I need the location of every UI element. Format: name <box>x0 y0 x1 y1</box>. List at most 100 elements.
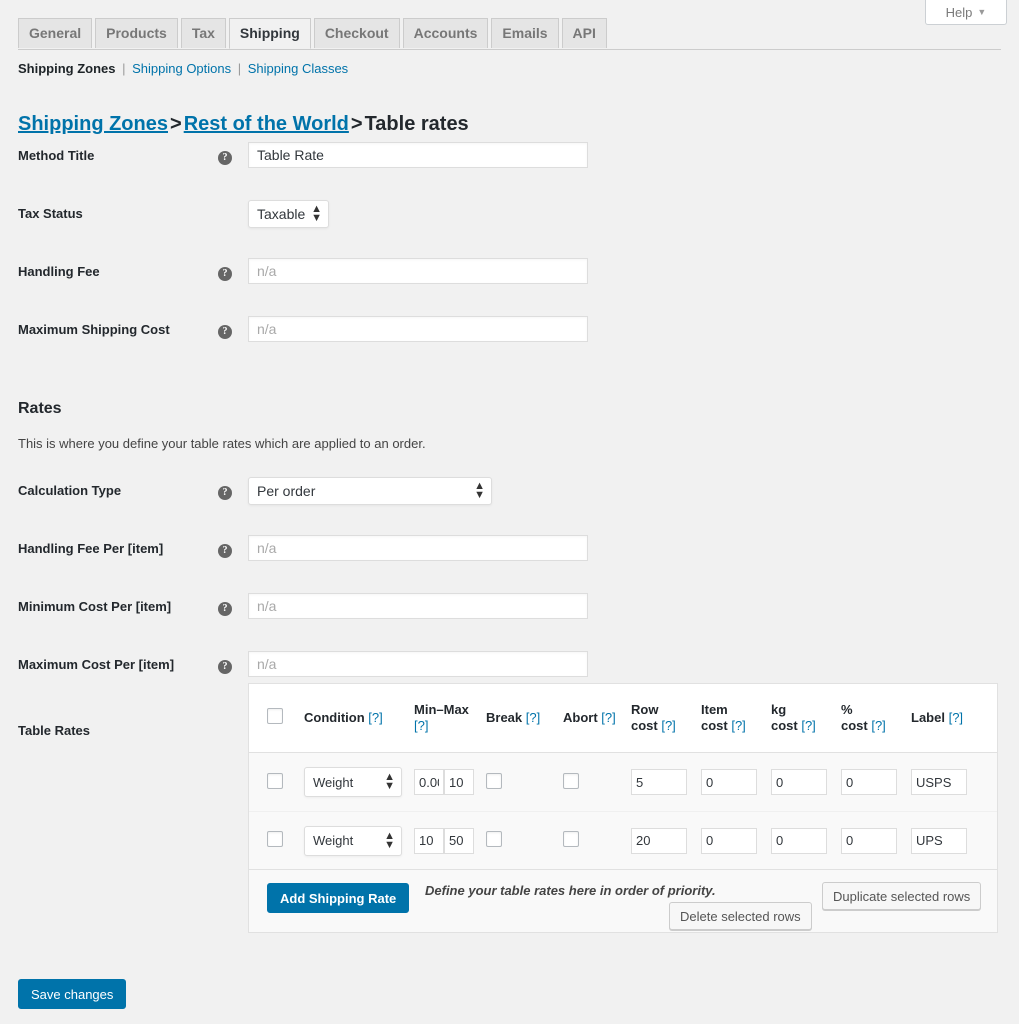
tab-shipping[interactable]: Shipping <box>229 18 311 49</box>
column-header-item-cost: Itemcost [?] <box>701 702 771 734</box>
maximum-cost-per-item-input[interactable] <box>248 651 588 677</box>
item-cost-cell <box>701 769 771 795</box>
breadcrumb: Shipping Zones>Rest of the World>Table r… <box>18 111 469 137</box>
column-help-link[interactable]: [?] <box>661 718 675 733</box>
tax-status-select-wrap: TaxableNone ▲▼ <box>248 200 329 228</box>
field-minimum-cost-per-item <box>248 591 588 619</box>
condition-cell: WeightPriceItem countNone▲▼ <box>304 826 414 856</box>
min-input[interactable] <box>414 828 444 854</box>
rate-label-input[interactable] <box>911 828 967 854</box>
save-changes-wrap: Save changes <box>18 979 126 1009</box>
row-cost-input[interactable] <box>631 769 687 795</box>
method-title-input[interactable] <box>248 142 588 168</box>
column-help-link[interactable]: [?] <box>414 718 428 733</box>
column-header-kg-cost: kgcost [?] <box>771 702 841 734</box>
row-select-checkbox[interactable] <box>267 831 283 847</box>
subnav-item-shipping-zones[interactable]: Shipping Zones <box>18 61 116 76</box>
column-header-label: %cost <box>841 702 871 733</box>
help-circle-icon[interactable]: ? <box>218 602 232 616</box>
duplicate-selected-rows-button[interactable]: Duplicate selected rows <box>822 882 981 910</box>
help-circle-icon[interactable]: ? <box>218 267 232 281</box>
help-circle-icon[interactable]: ? <box>218 660 232 674</box>
add-shipping-rate-button[interactable]: Add Shipping Rate <box>267 883 409 913</box>
tab-emails[interactable]: Emails <box>491 18 558 48</box>
break-checkbox[interactable] <box>486 773 502 789</box>
delete-selected-rows-button[interactable]: Delete selected rows <box>669 902 812 930</box>
subnav-item-shipping-options[interactable]: Shipping Options <box>132 61 231 76</box>
row-cost-cell <box>631 769 701 795</box>
column-help-link[interactable]: [?] <box>731 718 745 733</box>
subnav-separator: | <box>231 61 248 76</box>
table-rates-body: WeightPriceItem countNone▲▼WeightPriceIt… <box>249 753 997 869</box>
item-cost-input[interactable] <box>701 828 757 854</box>
help-circle-icon[interactable]: ? <box>218 486 232 500</box>
minimum-cost-per-item-input[interactable] <box>248 593 588 619</box>
label-tax-status: Tax Status <box>18 198 218 221</box>
condition-cell: WeightPriceItem countNone▲▼ <box>304 767 414 797</box>
table-rates-footer: Add Shipping Rate Define your table rate… <box>249 869 997 932</box>
tax-status-select[interactable]: TaxableNone <box>248 200 329 228</box>
tab-products[interactable]: Products <box>95 18 178 48</box>
abort-checkbox[interactable] <box>563 773 579 789</box>
kg-cost-input[interactable] <box>771 828 827 854</box>
column-header-break: Break [?] <box>486 710 563 726</box>
column-header-label: Min–Max <box>414 702 469 717</box>
table-row: WeightPriceItem countNone▲▼ <box>249 753 997 811</box>
select-all-checkbox[interactable] <box>267 708 283 724</box>
label-table-rates: Table Rates <box>18 707 218 738</box>
max-input[interactable] <box>444 769 474 795</box>
field-tax-status: TaxableNone ▲▼ <box>248 198 329 228</box>
tab-accounts[interactable]: Accounts <box>403 18 489 48</box>
column-help-link[interactable]: [?] <box>949 710 963 725</box>
field-method-title <box>248 140 588 168</box>
field-calculation-type: Per orderPer itemPer line itemPer class … <box>248 475 492 505</box>
row-select-checkbox[interactable] <box>267 773 283 789</box>
column-help-link[interactable]: [?] <box>526 710 540 725</box>
min-input[interactable] <box>414 769 444 795</box>
tab-api[interactable]: API <box>562 18 607 48</box>
handling-fee-input[interactable] <box>248 258 588 284</box>
max-input[interactable] <box>444 828 474 854</box>
item-cost-input[interactable] <box>701 769 757 795</box>
column-header-label: Label <box>911 710 949 725</box>
maximum-shipping-cost-input[interactable] <box>248 316 588 342</box>
help-circle-icon[interactable]: ? <box>218 544 232 558</box>
help-circle-icon[interactable]: ? <box>218 325 232 339</box>
label-maximum-shipping-cost: Maximum Shipping Cost <box>18 314 218 337</box>
breadcrumb-separator-2: > <box>349 113 365 135</box>
table-rates-header-row: Condition [?]Min–Max [?]Break [?]Abort [… <box>249 684 997 753</box>
subnav-item-shipping-classes[interactable]: Shipping Classes <box>248 61 348 76</box>
break-checkbox[interactable] <box>486 831 502 847</box>
calculation-type-select[interactable]: Per orderPer itemPer line itemPer class <box>248 477 492 505</box>
column-help-link[interactable]: [?] <box>368 710 382 725</box>
abort-checkbox[interactable] <box>563 831 579 847</box>
column-help-link[interactable]: [?] <box>871 718 885 733</box>
help-circle-icon[interactable]: ? <box>218 151 232 165</box>
condition-select[interactable]: WeightPriceItem countNone <box>304 826 402 856</box>
condition-select[interactable]: WeightPriceItem countNone <box>304 767 402 797</box>
tab-checkout[interactable]: Checkout <box>314 18 400 48</box>
subnav-separator: | <box>116 61 133 76</box>
pct-cost-input[interactable] <box>841 769 897 795</box>
tip-cell-method-title: ? <box>218 140 248 165</box>
breadcrumb-link-shipping-zones[interactable]: Shipping Zones <box>18 113 168 135</box>
handling-fee-per-item-input[interactable] <box>248 535 588 561</box>
column-help-link[interactable]: [?] <box>601 710 615 725</box>
column-header-label: Condition <box>304 710 368 725</box>
break-cell <box>486 773 563 792</box>
pct-cost-input[interactable] <box>841 828 897 854</box>
save-changes-button[interactable]: Save changes <box>18 979 126 1009</box>
row-cost-input[interactable] <box>631 828 687 854</box>
rates-section-title: Rates <box>18 400 1001 418</box>
column-header-label: Abort <box>563 710 601 725</box>
tip-cell-tax-status <box>218 198 248 206</box>
tab-general[interactable]: General <box>18 18 92 48</box>
tab-tax[interactable]: Tax <box>181 18 226 48</box>
field-maximum-shipping-cost <box>248 314 588 342</box>
rate-label-input[interactable] <box>911 769 967 795</box>
column-help-link[interactable]: [?] <box>801 718 815 733</box>
kg-cost-input[interactable] <box>771 769 827 795</box>
kg-cost-cell <box>771 769 841 795</box>
breadcrumb-link-zone[interactable]: Rest of the World <box>184 113 349 135</box>
field-row-calculation-type: Calculation Type ? Per orderPer itemPer … <box>18 475 1001 533</box>
